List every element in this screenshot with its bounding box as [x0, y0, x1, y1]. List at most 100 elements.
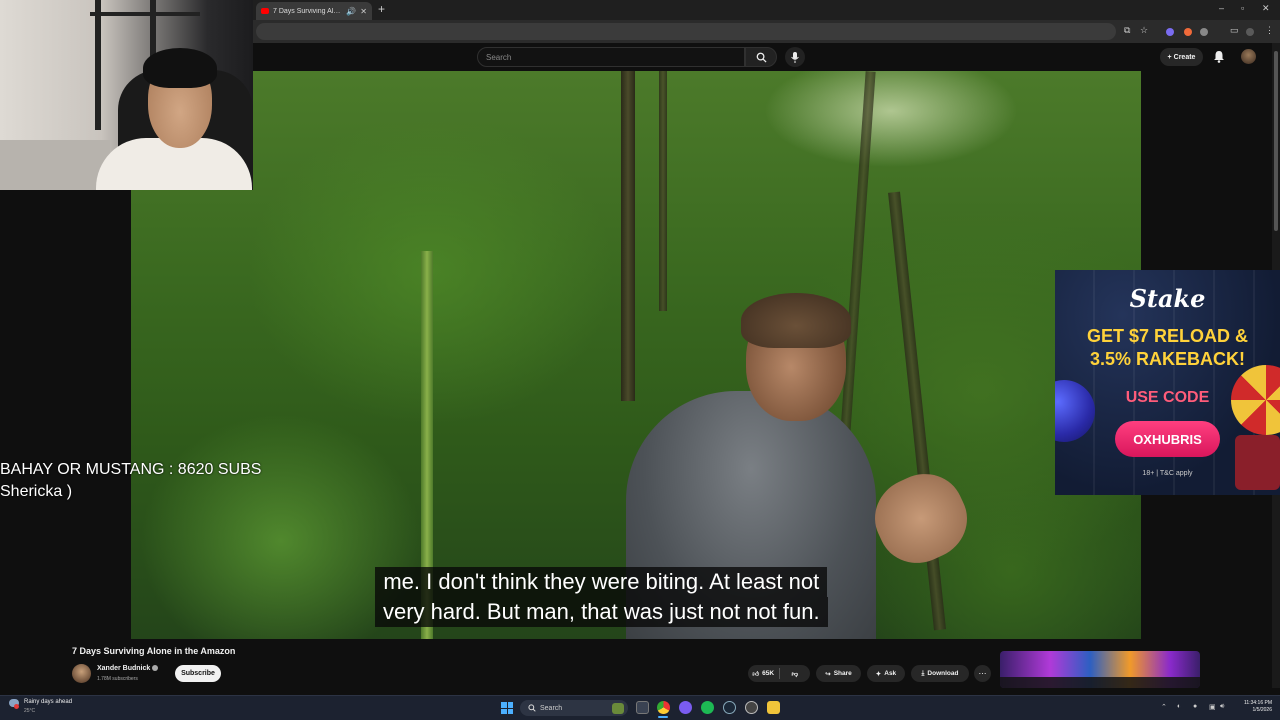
ad-terms: 18+ | T&C apply	[1142, 470, 1193, 477]
voice-search-button[interactable]	[785, 47, 805, 67]
ad-use-code: USE CODE	[1125, 389, 1210, 406]
close-window-button[interactable]: ✕	[1262, 3, 1270, 14]
search-highlight-icon	[612, 703, 624, 714]
weather-temperature: 25°C	[24, 708, 36, 714]
notifications-button[interactable]	[1213, 50, 1225, 68]
caption-line: me. I don't think they were biting. At l…	[375, 567, 828, 597]
weather-widget-title[interactable]: Rainy days ahead	[24, 699, 72, 705]
tray-app-icon[interactable]: ▣	[1209, 703, 1216, 711]
active-app-indicator	[658, 716, 668, 718]
file-explorer-icon[interactable]	[767, 701, 780, 714]
extensions-puzzle-icon[interactable]	[1200, 28, 1208, 36]
sidebar-icon[interactable]: ▭	[1230, 25, 1239, 36]
search-button[interactable]	[745, 47, 777, 67]
clock-time: 11:34:16 PM	[1244, 700, 1272, 706]
account-avatar[interactable]	[1241, 49, 1256, 64]
install-icon[interactable]: ⧉	[1124, 25, 1130, 36]
search-input[interactable]: Search	[477, 47, 745, 67]
new-tab-button[interactable]: +	[378, 2, 385, 16]
ad-brand-logo: Stake	[1129, 284, 1206, 313]
scrollbar-thumb[interactable]	[1274, 51, 1278, 231]
maximize-button[interactable]: ▫	[1241, 3, 1244, 13]
stream-goal-line: Shericka )	[0, 483, 73, 500]
video-player[interactable]	[131, 71, 1141, 639]
create-button[interactable]: + Create	[1160, 48, 1203, 66]
dislike-button[interactable]: 👎︎	[780, 665, 811, 682]
ad-code-badge: OXHUBRIS	[1115, 421, 1220, 457]
video-frame-detail	[621, 71, 635, 401]
speaker-icon[interactable]: 🔊	[346, 7, 356, 16]
verified-badge-icon	[152, 665, 159, 672]
bookmark-star-icon[interactable]: ☆	[1140, 25, 1148, 36]
plus-icon: +	[1167, 53, 1172, 61]
microphone-icon	[791, 51, 799, 63]
steam-icon[interactable]	[723, 701, 736, 714]
thumbnail-overlay	[1000, 677, 1200, 688]
more-icon: ⋯	[978, 669, 987, 678]
sparkle-icon: ✦	[875, 670, 882, 678]
subscribe-button[interactable]: Subscribe	[175, 665, 221, 682]
video-frame-detail	[862, 460, 980, 577]
tray-overflow-icon[interactable]: ⌃	[1161, 703, 1167, 711]
tab-title: 7 Days Surviving Alone in the Amazon	[273, 7, 342, 15]
stream-goal-text: BAHAY OR MUSTANG : 8620 SUBS Shericka )	[0, 459, 261, 503]
video-frame-detail	[741, 293, 851, 348]
webcam-detail	[0, 140, 110, 190]
extension-icon[interactable]	[1166, 28, 1174, 36]
browser-tab[interactable]: 7 Days Surviving Alone in the Amazon 🔊 ✕	[256, 2, 372, 20]
ask-button[interactable]: ✦ Ask	[867, 665, 905, 682]
download-button[interactable]: ⤓ Download	[911, 665, 969, 682]
bell-icon	[1214, 51, 1224, 63]
video-captions: me. I don't think they were biting. At l…	[375, 567, 828, 627]
taskbar-clock[interactable]: 11:34:16 PM 1/5/2026	[1232, 700, 1272, 714]
obs-icon[interactable]	[745, 701, 758, 714]
omnibox[interactable]	[256, 23, 1116, 40]
minimize-button[interactable]: –	[1219, 3, 1224, 13]
channel-name[interactable]: Xander Budnick	[97, 665, 159, 672]
ad-headline-line: 3.5% RAKEBACK!	[1089, 349, 1246, 369]
close-tab-icon[interactable]: ✕	[360, 7, 367, 16]
video-title: 7 Days Surviving Alone in the Amazon	[72, 646, 236, 656]
youtube-favicon-icon	[261, 8, 269, 14]
browser-menu-icon[interactable]: ⋮	[1265, 25, 1274, 36]
ad-headline: GET $7 RELOAD & 3.5% RAKEBACK!	[1055, 325, 1280, 371]
download-icon: ⤓	[921, 669, 925, 677]
download-label: Download	[927, 670, 959, 677]
windows-start-icon[interactable]	[501, 702, 513, 714]
webcam-detail	[95, 0, 101, 130]
webcam-overlay	[0, 0, 253, 190]
like-dislike-bar: 👍︎ 65K 👎︎	[748, 665, 810, 682]
like-count: 65K	[762, 670, 775, 677]
like-button[interactable]: 👍︎ 65K	[748, 665, 779, 682]
channel-avatar[interactable]	[72, 664, 91, 683]
ad-slot-graphic	[1235, 435, 1280, 490]
search-icon	[756, 52, 767, 63]
recommended-video-thumbnail[interactable]	[1000, 651, 1200, 688]
webcam-detail	[90, 12, 200, 16]
thumbs-up-icon: 👍︎	[752, 670, 760, 678]
thumbs-down-icon: 👎︎	[791, 670, 799, 678]
create-label: Create	[1173, 53, 1196, 61]
tray-app-icon[interactable]: ●	[1193, 703, 1197, 710]
stream-goal-line: BAHAY OR MUSTANG : 8620 SUBS	[0, 461, 262, 478]
extension-icon[interactable]	[1184, 28, 1192, 36]
ad-headline-line: GET $7 RELOAD &	[1086, 326, 1249, 346]
profile-icon[interactable]	[1246, 28, 1254, 36]
chrome-icon[interactable]	[657, 701, 670, 714]
clock-date: 1/5/2026	[1252, 707, 1272, 713]
ask-label: Ask	[884, 670, 897, 677]
volume-icon[interactable]: 🔊︎	[1220, 703, 1224, 711]
more-actions-button[interactable]: ⋯	[974, 665, 991, 682]
discord-icon[interactable]	[679, 701, 692, 714]
share-label: Share	[833, 670, 852, 677]
taskbar-search-label: Search	[540, 704, 563, 712]
webcam-detail	[143, 48, 217, 88]
share-button[interactable]: ↪ Share	[816, 665, 861, 682]
task-view-icon[interactable]	[636, 701, 649, 714]
screen: 7 Days Surviving Alone in the Amazon 🔊 ✕…	[0, 0, 1280, 720]
sponsor-ad: Stake GET $7 RELOAD & 3.5% RAKEBACK! USE…	[1055, 270, 1280, 495]
channel-name-text[interactable]: Xander Budnick	[97, 665, 150, 672]
share-icon: ↪	[825, 670, 831, 678]
tray-app-icon[interactable]: ◐	[1177, 703, 1181, 710]
spotify-icon[interactable]	[701, 701, 714, 714]
